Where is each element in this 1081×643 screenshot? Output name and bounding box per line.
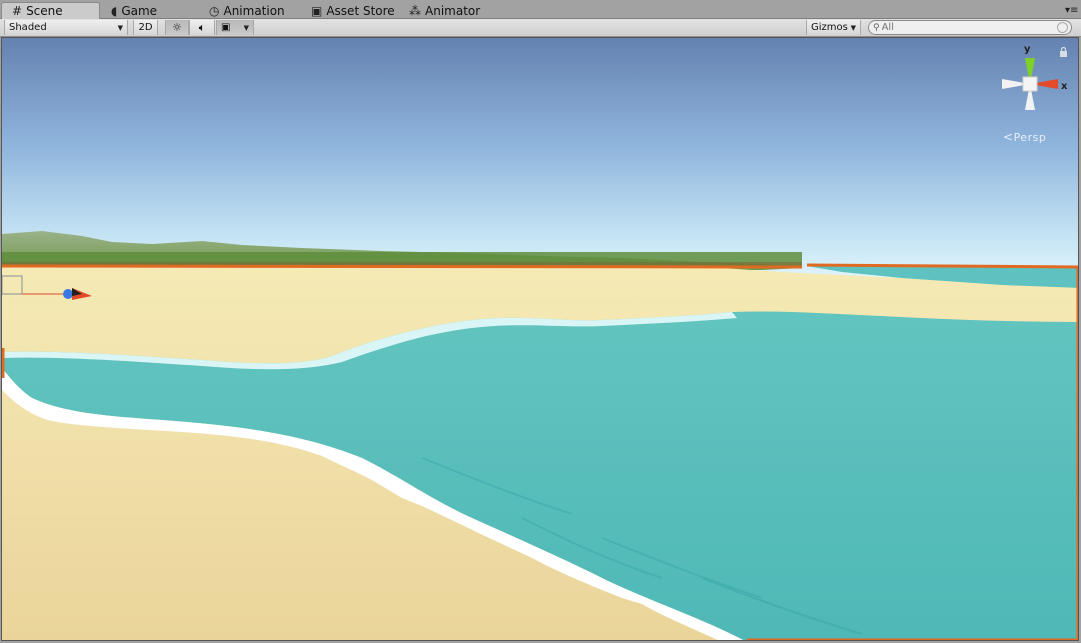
lighting-toggle-button[interactable]: ☼ [165, 20, 189, 35]
tab-asset-store[interactable]: ▣ Asset Store [301, 2, 401, 19]
axis-x-label: x [1061, 81, 1068, 92]
scene-render [2, 38, 1078, 640]
shopping-bag-icon: ▣ [311, 3, 323, 18]
scene-toolbar: Shaded ▼ 2D ☼ 🔈︎ ▣ ▼ Gizmos ▼ ⚲ [0, 19, 1081, 37]
orientation-gizmo[interactable] [990, 44, 1070, 124]
sky [2, 38, 1078, 278]
tab-game[interactable]: ◖ Game [101, 2, 193, 19]
tab-label: Animation [223, 3, 285, 18]
axis-y-label: y [1024, 44, 1031, 55]
chevron-down-icon: ▼ [117, 23, 123, 32]
gizmos-dropdown[interactable]: Gizmos ▼ [806, 20, 861, 35]
search-cancel-icon[interactable] [1057, 22, 1068, 33]
clock-icon: ◷ [209, 3, 220, 18]
scene-grid-icon: # [12, 4, 23, 18]
image-effects-icon: ▣ [221, 22, 231, 33]
tab-animator[interactable]: ⁂ Animator [399, 2, 499, 19]
panel-menu-icon[interactable]: ▾≡ [1065, 6, 1078, 16]
chevron-down-icon: ▼ [243, 23, 249, 32]
tab-scene[interactable]: # Scene [1, 2, 100, 19]
tab-label: Game [121, 3, 158, 18]
speaker-icon: 🔈︎ [198, 20, 206, 34]
animator-nodes-icon: ⁂ [409, 3, 421, 18]
gizmos-label: Gizmos [811, 22, 848, 33]
search-icon: ⚲ [873, 22, 880, 33]
2d-toggle-button[interactable]: 2D [133, 20, 158, 35]
tab-strip: # Scene ◖ Game ◷ Animation ▣ Asset Store… [0, 0, 1081, 19]
tab-label: Asset Store [326, 3, 395, 18]
draw-mode-label: Shaded [9, 22, 47, 33]
audio-toggle-button[interactable]: 🔈︎ [189, 20, 215, 35]
effects-toggle-button[interactable]: ▣ ▼ [216, 20, 254, 35]
tab-label: Animator [425, 3, 481, 18]
tab-animation[interactable]: ◷ Animation [199, 2, 299, 19]
lock-icon[interactable] [1059, 47, 1068, 57]
sun-icon: ☼ [172, 21, 182, 34]
persp-lines-icon: < [1003, 130, 1014, 144]
scene-viewport[interactable]: y x <Persp [1, 37, 1079, 641]
chevron-down-icon: ▼ [850, 23, 856, 32]
search-input[interactable] [881, 22, 1052, 33]
2d-label: 2D [138, 22, 153, 33]
scene-search[interactable]: ⚲ [868, 20, 1072, 35]
draw-mode-dropdown[interactable]: Shaded ▼ [4, 20, 128, 35]
projection-toggle[interactable]: <Persp [1003, 130, 1046, 144]
game-pacman-icon: ◖ [111, 3, 118, 18]
tab-label: Scene [26, 4, 63, 18]
projection-label: Persp [1013, 131, 1047, 144]
